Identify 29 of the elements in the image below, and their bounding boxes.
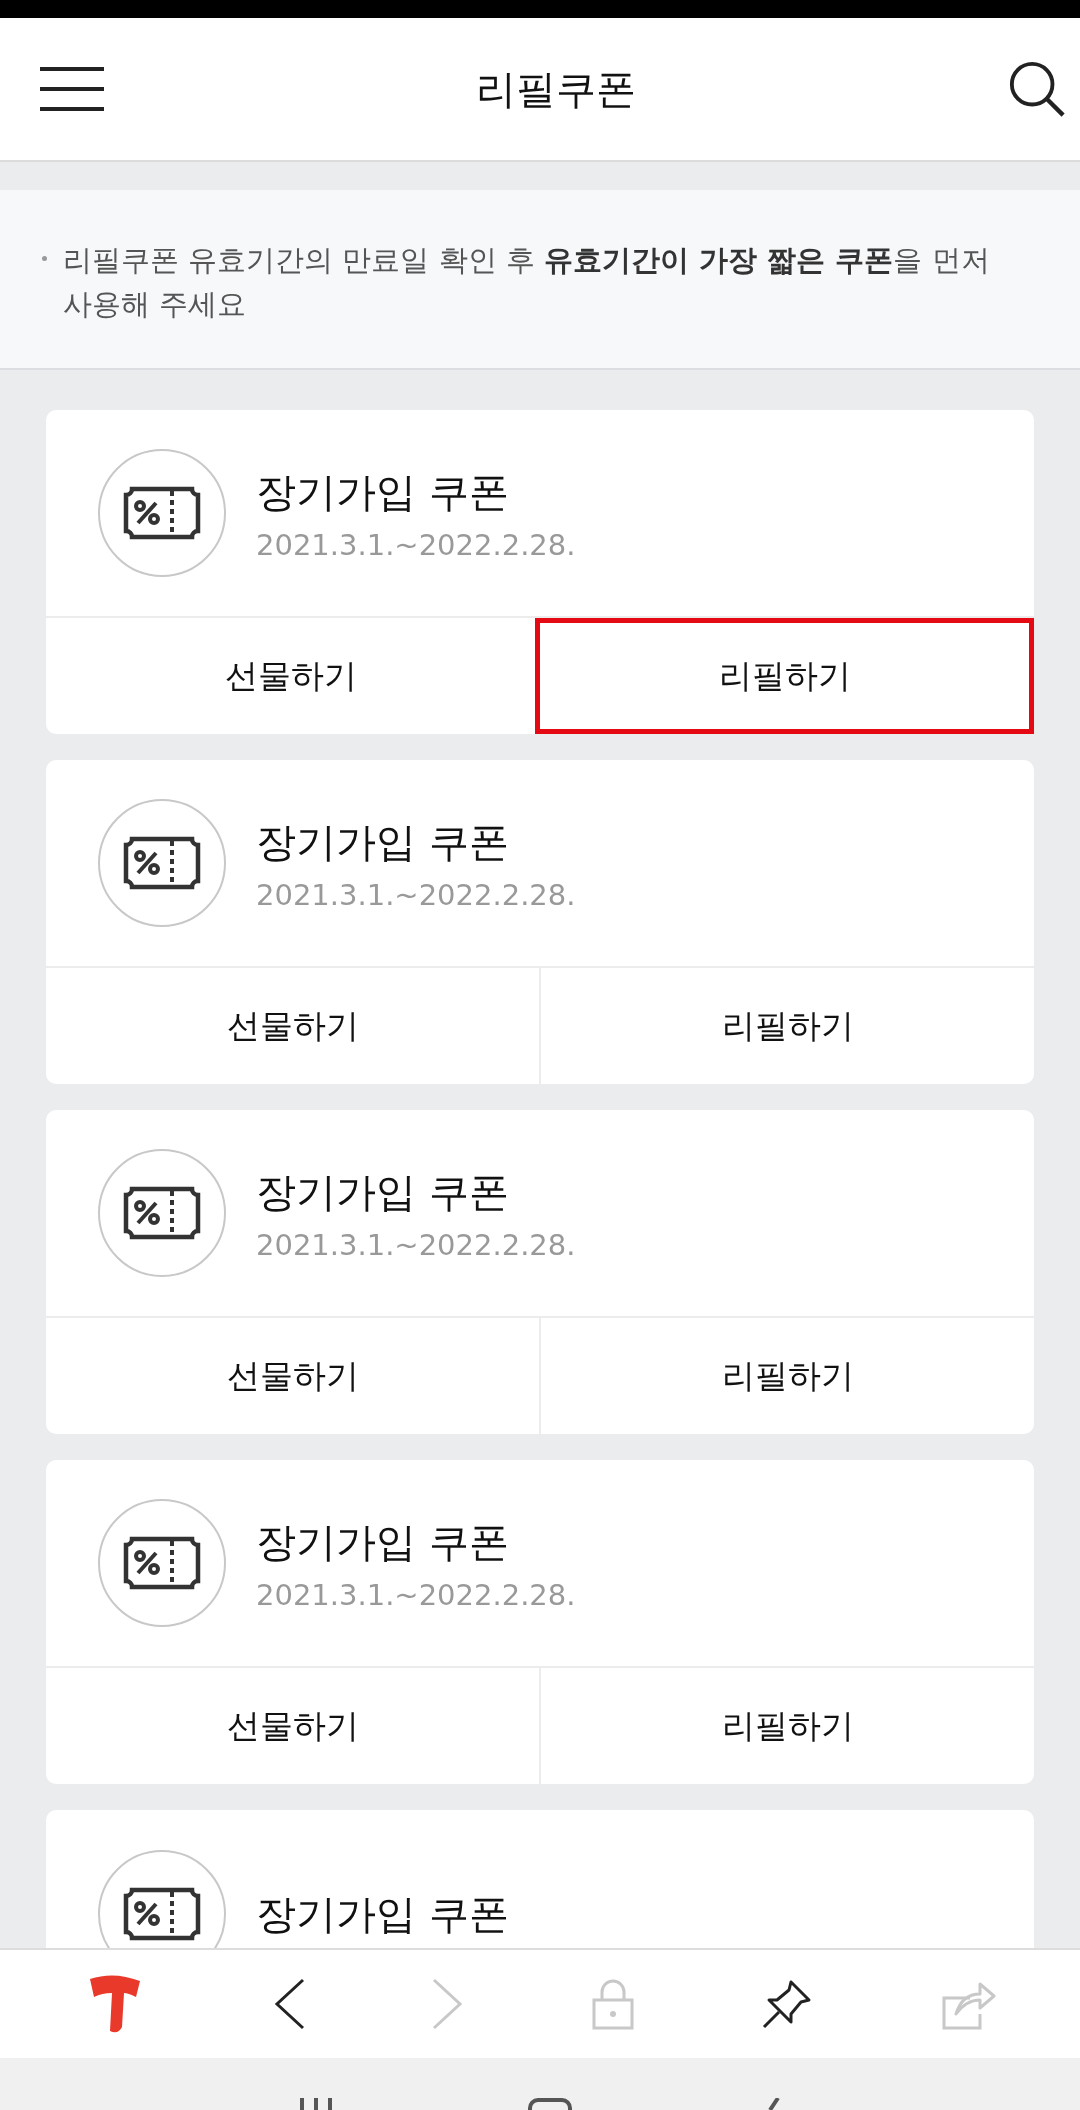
search-icon[interactable] bbox=[1008, 60, 1066, 118]
refill-button[interactable]: 리필하기 bbox=[539, 968, 1034, 1084]
coupon-period: 2021.3.1.~2022.2.28. bbox=[256, 1227, 576, 1262]
coupon-icon bbox=[98, 799, 226, 927]
coupon-icon bbox=[98, 1499, 226, 1627]
home-icon[interactable] bbox=[528, 2098, 572, 2110]
gift-button[interactable]: 선물하기 bbox=[46, 618, 535, 734]
refill-button[interactable]: 리필하기 bbox=[539, 1318, 1034, 1434]
pin-icon[interactable] bbox=[760, 1978, 813, 2030]
refill-button[interactable]: 리필하기 bbox=[535, 618, 1034, 734]
gift-button[interactable]: 선물하기 bbox=[46, 968, 539, 1084]
coupon-icon bbox=[98, 449, 226, 577]
coupon-period: 2021.3.1.~2022.2.28. bbox=[256, 527, 576, 562]
bullet-icon bbox=[42, 256, 47, 261]
gift-button[interactable]: 선물하기 bbox=[46, 1668, 539, 1784]
coupon-title: 장기가입 쿠폰 bbox=[256, 467, 510, 517]
menu-icon[interactable] bbox=[40, 67, 104, 111]
coupon-period: 2021.3.1.~2022.2.28. bbox=[256, 1577, 576, 1612]
coupon-title: 장기가입 쿠폰 bbox=[256, 1889, 509, 1939]
back-icon[interactable] bbox=[273, 1978, 305, 2030]
coupon-title: 장기가입 쿠폰 bbox=[256, 1517, 510, 1567]
coupon-period: 2021.3.1.~2022.2.28. bbox=[256, 877, 576, 912]
gift-button[interactable]: 선물하기 bbox=[46, 1318, 539, 1434]
notice-text: 리필쿠폰 유효기간의 만료일 확인 후 유효기간이 가장 짧은 쿠폰을 먼저 사용해 주세요 bbox=[63, 242, 991, 323]
coupon-title: 장기가입 쿠폰 bbox=[256, 817, 510, 867]
coupon-icon bbox=[98, 1149, 226, 1277]
coupon-title: 장기가입 쿠폰 bbox=[256, 1167, 510, 1217]
refill-button[interactable]: 리필하기 bbox=[539, 1668, 1034, 1784]
page-title: 리필쿠폰 bbox=[476, 64, 636, 114]
